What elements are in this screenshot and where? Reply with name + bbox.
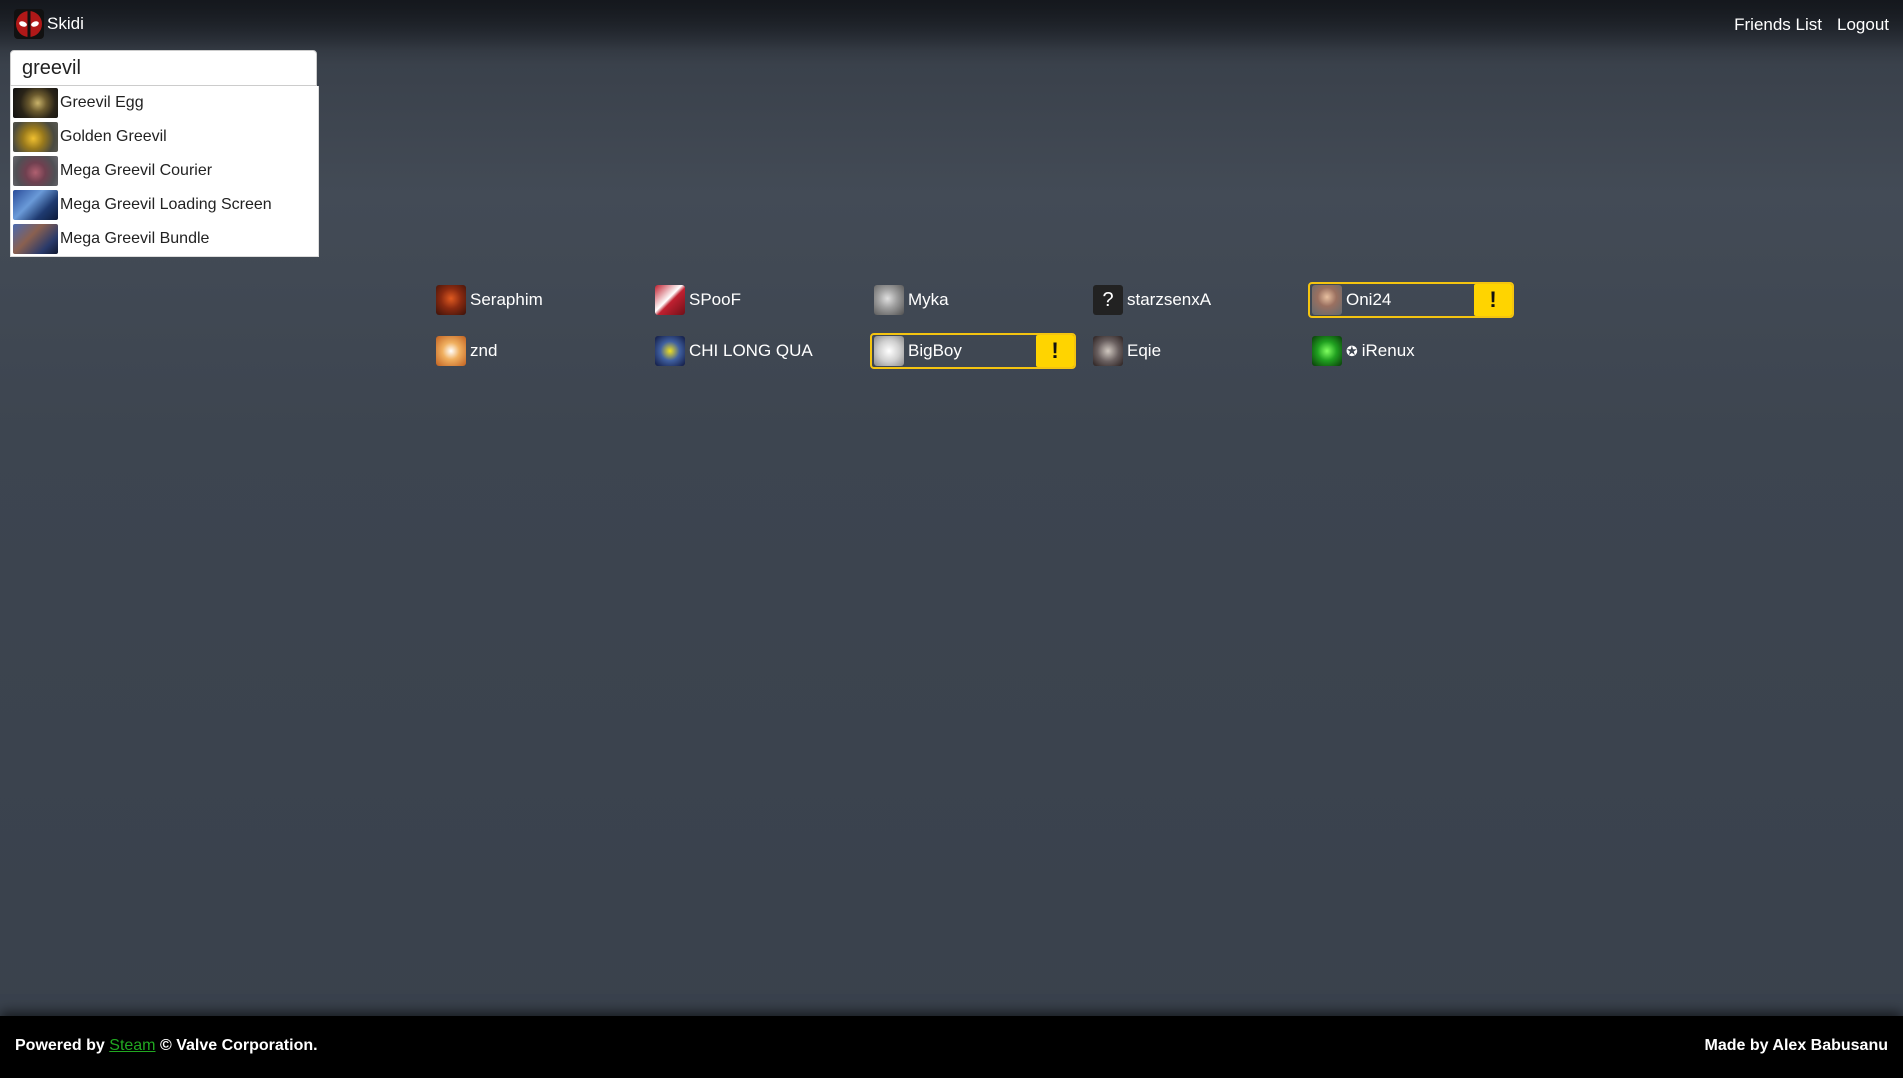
friend-card-starzsenxa[interactable]: ? starzsenxA bbox=[1089, 282, 1295, 318]
footer: Powered by Steam © Valve Corporation. Ma… bbox=[0, 1016, 1903, 1078]
item-thumbnail bbox=[13, 156, 58, 186]
avatar bbox=[436, 336, 466, 366]
item-thumbnail bbox=[13, 190, 58, 220]
avatar bbox=[874, 285, 904, 315]
avatar bbox=[655, 285, 685, 315]
nav-links: Friends List Logout bbox=[1734, 15, 1889, 35]
suggestion-label: Golden Greevil bbox=[60, 128, 167, 145]
friend-name: starzsenxA bbox=[1127, 290, 1212, 309]
friend-card-seraphim[interactable]: Seraphim bbox=[432, 282, 638, 318]
avatar bbox=[436, 285, 466, 315]
friend-name: Eqie bbox=[1127, 341, 1162, 360]
suggestion-item[interactable]: Golden Greevil bbox=[11, 120, 318, 154]
suggestion-label: Mega Greevil Bundle bbox=[60, 230, 210, 247]
copyright-text: © Valve Corporation. bbox=[159, 1037, 318, 1054]
friend-name: BigBoy bbox=[908, 341, 962, 360]
steam-link[interactable]: Steam bbox=[109, 1037, 155, 1054]
friend-name: znd bbox=[470, 341, 498, 360]
item-thumbnail bbox=[13, 224, 58, 254]
suggestion-label: Mega Greevil Loading Screen bbox=[60, 196, 272, 213]
alert-icon[interactable]: ! bbox=[1474, 284, 1512, 316]
friend-name: SPooF bbox=[689, 290, 741, 309]
suggestion-item[interactable]: Greevil Egg bbox=[11, 86, 318, 120]
friend-card-myka[interactable]: Myka bbox=[870, 282, 1076, 318]
brand-name: Skidi bbox=[47, 14, 84, 33]
friends-grid: Seraphim SPooF Myka ? starzsenxA Oni24 !… bbox=[432, 282, 1514, 369]
question-mark-icon: ? bbox=[1093, 285, 1123, 315]
nav-link-logout[interactable]: Logout bbox=[1837, 15, 1889, 35]
suggestion-item[interactable]: Mega Greevil Courier bbox=[11, 154, 318, 188]
search-input[interactable] bbox=[10, 50, 317, 86]
friend-card-oni24[interactable]: Oni24 ! bbox=[1308, 282, 1514, 318]
alert-icon[interactable]: ! bbox=[1036, 335, 1074, 367]
suggestion-item[interactable]: Mega Greevil Loading Screen bbox=[11, 188, 318, 222]
avatar bbox=[874, 336, 904, 366]
friend-name: Oni24 bbox=[1346, 290, 1392, 309]
friend-name: Myka bbox=[908, 290, 949, 309]
powered-prefix: Powered by bbox=[15, 1037, 105, 1054]
footer-powered-by: Powered by Steam © Valve Corporation. bbox=[15, 1037, 318, 1055]
friend-card-znd[interactable]: znd bbox=[432, 333, 638, 369]
avatar bbox=[655, 336, 685, 366]
suggestion-list: Greevil Egg Golden Greevil Mega Greevil … bbox=[10, 86, 319, 257]
friend-card-bigboy[interactable]: BigBoy ! bbox=[870, 333, 1076, 369]
nav-link-friends-list[interactable]: Friends List bbox=[1734, 15, 1822, 35]
friend-name: Seraphim bbox=[470, 290, 543, 309]
item-thumbnail bbox=[13, 88, 58, 118]
friend-card-eqie[interactable]: Eqie bbox=[1089, 333, 1295, 369]
friend-name: iRenux bbox=[1361, 341, 1415, 360]
navbar: Skidi Friends List Logout bbox=[0, 0, 1903, 50]
friend-card-spoof[interactable]: SPooF bbox=[651, 282, 857, 318]
friend-card-chi-long-qua[interactable]: CHI LONG QUA bbox=[651, 333, 857, 369]
item-thumbnail bbox=[13, 122, 58, 152]
friend-name: CHI LONG QUA bbox=[689, 341, 813, 360]
suggestion-label: Greevil Egg bbox=[60, 94, 144, 111]
suggestion-label: Mega Greevil Courier bbox=[60, 162, 213, 179]
search-box: Greevil Egg Golden Greevil Mega Greevil … bbox=[10, 50, 319, 257]
avatar bbox=[1312, 336, 1342, 366]
footer-credit: Made by Alex Babusanu bbox=[1704, 1037, 1888, 1054]
brand[interactable]: Skidi bbox=[14, 9, 84, 39]
deadpool-logo-icon bbox=[14, 9, 44, 39]
avatar bbox=[1312, 285, 1342, 315]
star-badge-icon: ✪ bbox=[1346, 342, 1358, 359]
avatar bbox=[1093, 336, 1123, 366]
friend-card-irenux[interactable]: ✪ iRenux bbox=[1308, 333, 1514, 369]
suggestion-item[interactable]: Mega Greevil Bundle bbox=[11, 222, 318, 256]
